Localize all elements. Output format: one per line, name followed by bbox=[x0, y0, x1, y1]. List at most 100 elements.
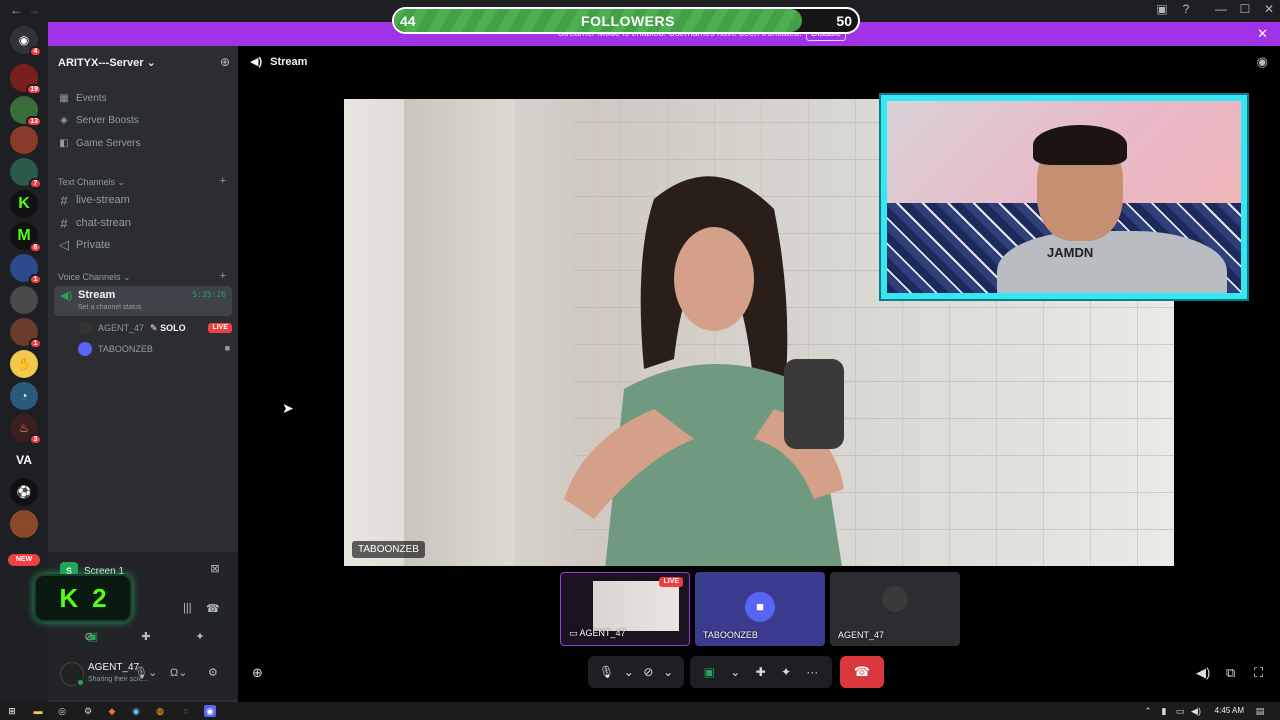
volume-icon[interactable]: ◀) bbox=[1196, 665, 1210, 681]
kick-server-icon[interactable]: K bbox=[10, 190, 38, 218]
boost-icon: ◈ bbox=[60, 114, 68, 126]
microphone-icon[interactable]: 🎙︎⌄ bbox=[134, 666, 157, 679]
thumbnail-label: ▭ AGENT_47 bbox=[569, 628, 626, 638]
settings-gear-icon[interactable]: ⚙ bbox=[208, 666, 218, 679]
notifications-icon[interactable]: ▤ bbox=[1254, 705, 1266, 717]
headphones-icon[interactable]: Ω⌄ bbox=[170, 666, 187, 679]
video-person bbox=[564, 176, 844, 566]
server-icon[interactable]: 7 bbox=[10, 158, 42, 189]
server-icon[interactable]: 1 bbox=[10, 254, 42, 285]
member-tag-text: SOLO bbox=[160, 322, 186, 333]
disconnect-icon[interactable]: ☎ bbox=[206, 602, 220, 615]
gamepad-icon: ◧ bbox=[59, 137, 69, 149]
server-icon[interactable] bbox=[10, 126, 38, 154]
invite-people-icon[interactable]: ⊕ bbox=[220, 55, 230, 69]
channel-title: Stream bbox=[270, 55, 308, 68]
screen-share-icon[interactable]: ▣ bbox=[704, 665, 715, 679]
maximize-icon[interactable]: ☐ bbox=[1236, 2, 1254, 16]
microphone-icon[interactable]: 🎙︎ bbox=[599, 665, 614, 679]
channel-live-stream[interactable]: # live-stream bbox=[58, 190, 129, 210]
fullscreen-icon[interactable]: ⛶ bbox=[1254, 665, 1263, 681]
voice-channel-stream[interactable]: ◀) Stream 5:35:26 Set a channel status bbox=[54, 286, 232, 316]
server-icon[interactable]: 13 bbox=[10, 96, 42, 127]
server-icon[interactable]: 1 bbox=[10, 318, 42, 349]
server-icon[interactable]: ⚽ bbox=[10, 478, 38, 506]
add-voice-channel-icon[interactable]: + bbox=[220, 270, 226, 282]
file-explorer-icon[interactable]: ▬ bbox=[32, 705, 44, 717]
activities-icon[interactable]: ✚ bbox=[756, 665, 766, 679]
video-door bbox=[404, 99, 514, 566]
screen-share-icon[interactable]: ▣ bbox=[78, 630, 108, 643]
channel-label: Private bbox=[76, 239, 111, 251]
sound-bars-icon[interactable]: ||| bbox=[183, 602, 192, 614]
forward-arrow-icon[interactable]: → bbox=[28, 3, 40, 17]
m-server-icon[interactable]: M6 bbox=[10, 222, 42, 253]
channel-status[interactable]: Set a channel status bbox=[78, 304, 141, 311]
webcam-hair bbox=[1033, 125, 1127, 165]
disconnect-button[interactable]: ☎ bbox=[840, 656, 884, 688]
chat-bubble-icon[interactable]: ◉ bbox=[1257, 54, 1268, 70]
soundboard-icon[interactable]: ✦ bbox=[190, 630, 210, 643]
server-name[interactable]: ARITYX---Server ⌄ bbox=[58, 56, 156, 69]
discord-home-icon[interactable]: ◉ 4 bbox=[10, 26, 42, 57]
tray-chevron-icon[interactable]: ⌃ bbox=[1142, 705, 1154, 717]
steam-icon[interactable]: ◉ bbox=[130, 705, 142, 717]
voice-member[interactable]: TABOONZEB bbox=[78, 340, 153, 358]
server-badge: 7 bbox=[29, 178, 42, 189]
camera-off-icon[interactable]: ⊘ bbox=[643, 665, 653, 679]
discord-taskbar-icon[interactable]: ◉ bbox=[204, 705, 216, 717]
online-status-dot bbox=[76, 678, 85, 687]
activities-icon[interactable]: ✚ bbox=[136, 630, 156, 643]
stop-share-icon[interactable]: ⊠ bbox=[208, 562, 222, 575]
voice-channels-category[interactable]: Voice Channels ⌄ bbox=[58, 272, 131, 283]
chevron-down-icon[interactable]: ⌄ bbox=[663, 665, 673, 679]
channel-chat-strean[interactable]: # chat-strean bbox=[58, 213, 131, 233]
chevron-down-icon[interactable]: ⌄ bbox=[730, 665, 740, 679]
back-arrow-icon[interactable]: ← bbox=[10, 3, 22, 17]
thumbnail-agent-47[interactable]: AGENT_47 bbox=[830, 572, 960, 646]
tray-mic-icon[interactable]: ▮ bbox=[1158, 705, 1170, 717]
member-name: AGENT_47 bbox=[98, 323, 145, 333]
menu-server-boosts[interactable]: ◈ Server Boosts bbox=[58, 110, 139, 130]
channel-private[interactable]: ◁ Private bbox=[58, 235, 110, 255]
minimize-icon[interactable]: — bbox=[1212, 2, 1230, 16]
server-icon[interactable]: ◔ bbox=[10, 382, 38, 410]
volume-icon[interactable]: ◀) bbox=[1190, 705, 1202, 717]
inbox-icon[interactable]: ▣ bbox=[1153, 2, 1171, 16]
app-icon[interactable]: ◎ bbox=[56, 705, 68, 717]
chevron-down-icon[interactable]: ⌄ bbox=[624, 665, 634, 679]
soundboard-icon[interactable]: ✦ bbox=[781, 665, 791, 679]
pop-out-icon[interactable]: ⧉ bbox=[1226, 665, 1235, 681]
va-server-icon[interactable]: VA bbox=[10, 446, 38, 474]
share-controls: ▣ ⌄ ✚ ✦ ··· bbox=[690, 656, 832, 688]
thumbnail-agent-47-stream[interactable]: LIVE ▭ AGENT_47 bbox=[560, 572, 690, 646]
app-icon[interactable]: ⚙ bbox=[82, 705, 94, 717]
server-icon[interactable]: 19 bbox=[10, 64, 42, 95]
voice-member[interactable]: AGENT_47 ✎ SOLO bbox=[78, 319, 186, 337]
text-channels-category[interactable]: Text Channels ⌄ bbox=[58, 177, 125, 188]
add-text-channel-icon[interactable]: + bbox=[220, 175, 226, 187]
app-icon[interactable]: ◌ bbox=[180, 705, 192, 717]
windows-start-icon[interactable]: ⊞ bbox=[6, 705, 18, 717]
menu-game-servers[interactable]: ◧ Game Servers bbox=[58, 133, 140, 153]
network-icon[interactable]: ▭ bbox=[1174, 705, 1186, 717]
server-icon[interactable]: ✋ bbox=[10, 350, 38, 378]
menu-label: Game Servers bbox=[76, 137, 141, 149]
camera-icon: ■ bbox=[745, 592, 775, 622]
k-letter: K bbox=[59, 582, 79, 613]
menu-label: Events bbox=[76, 92, 107, 104]
window-close-icon[interactable]: ✕ bbox=[1260, 2, 1278, 16]
brave-icon[interactable]: ◆ bbox=[106, 705, 118, 717]
chrome-icon[interactable]: ◍ bbox=[154, 705, 166, 717]
server-icon[interactable] bbox=[10, 286, 38, 314]
help-icon[interactable]: ? bbox=[1177, 2, 1195, 16]
server-icon[interactable] bbox=[10, 510, 38, 538]
add-person-icon[interactable]: ⊕ bbox=[252, 665, 263, 681]
thumbnail-taboonzeb[interactable]: ■ TABOONZEB bbox=[695, 572, 825, 646]
stream-header: ◀) Stream bbox=[250, 55, 308, 69]
more-options-icon[interactable]: ··· bbox=[806, 665, 818, 679]
server-icon[interactable]: ♨ 3 bbox=[10, 414, 42, 445]
avatar[interactable] bbox=[60, 662, 85, 687]
close-banner-icon[interactable]: ✕ bbox=[1257, 26, 1268, 42]
menu-events[interactable]: ▦ Events bbox=[58, 88, 107, 108]
